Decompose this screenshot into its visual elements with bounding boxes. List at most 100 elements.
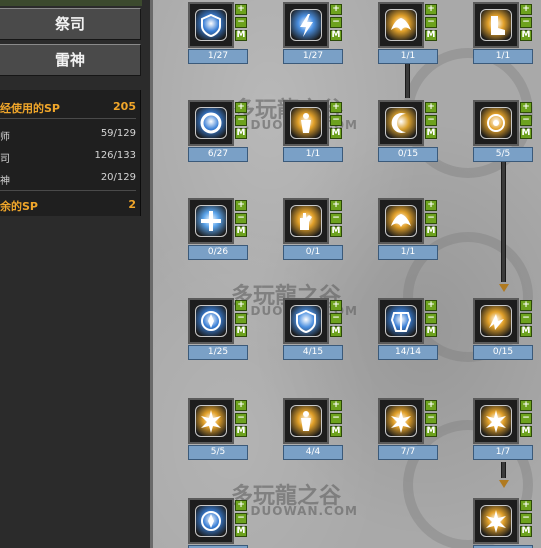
- skill-icon[interactable]: [385, 205, 417, 237]
- skill-icon[interactable]: [385, 9, 417, 41]
- decrease-skill-button[interactable]: −: [520, 513, 532, 524]
- increase-skill-button[interactable]: +: [425, 102, 437, 113]
- skill-icon[interactable]: [290, 205, 322, 237]
- skill-slot[interactable]: + − M 4/4: [283, 398, 345, 466]
- increase-skill-button[interactable]: +: [425, 4, 437, 15]
- increase-skill-button[interactable]: +: [520, 500, 532, 511]
- max-skill-button[interactable]: M: [235, 326, 247, 337]
- max-skill-button[interactable]: M: [520, 526, 532, 537]
- class-tab-saint[interactable]: 雷神: [0, 44, 141, 76]
- max-skill-button[interactable]: M: [425, 426, 437, 437]
- skill-icon[interactable]: [290, 107, 322, 139]
- increase-skill-button[interactable]: +: [235, 300, 247, 311]
- max-skill-button[interactable]: M: [520, 30, 532, 41]
- skill-icon[interactable]: [480, 9, 512, 41]
- max-skill-button[interactable]: M: [520, 326, 532, 337]
- max-skill-button[interactable]: M: [520, 128, 532, 139]
- skill-icon[interactable]: [195, 107, 227, 139]
- decrease-skill-button[interactable]: −: [425, 413, 437, 424]
- skill-slot[interactable]: + − M: [473, 498, 535, 548]
- decrease-skill-button[interactable]: −: [425, 115, 437, 126]
- decrease-skill-button[interactable]: −: [235, 115, 247, 126]
- increase-skill-button[interactable]: +: [330, 4, 342, 15]
- max-skill-button[interactable]: M: [235, 128, 247, 139]
- skill-slot[interactable]: + − M 0/15: [378, 100, 440, 168]
- decrease-skill-button[interactable]: −: [330, 17, 342, 28]
- skill-icon[interactable]: [195, 505, 227, 537]
- skill-slot[interactable]: + − M 1/25: [188, 298, 250, 366]
- skill-icon[interactable]: [195, 205, 227, 237]
- max-skill-button[interactable]: M: [425, 226, 437, 237]
- decrease-skill-button[interactable]: −: [330, 313, 342, 324]
- max-skill-button[interactable]: M: [330, 226, 342, 237]
- skill-slot[interactable]: + − M 6/27: [188, 100, 250, 168]
- decrease-skill-button[interactable]: −: [330, 413, 342, 424]
- skill-slot[interactable]: + − M 1/1: [378, 2, 440, 70]
- increase-skill-button[interactable]: +: [235, 102, 247, 113]
- increase-skill-button[interactable]: +: [520, 300, 532, 311]
- skill-slot[interactable]: + − M 1/1: [473, 2, 535, 70]
- skill-slot[interactable]: + − M 5/5: [188, 398, 250, 466]
- max-skill-button[interactable]: M: [425, 128, 437, 139]
- skill-icon[interactable]: [195, 9, 227, 41]
- decrease-skill-button[interactable]: −: [520, 115, 532, 126]
- decrease-skill-button[interactable]: −: [425, 17, 437, 28]
- skill-icon[interactable]: [195, 405, 227, 437]
- skill-icon[interactable]: [480, 505, 512, 537]
- decrease-skill-button[interactable]: −: [520, 413, 532, 424]
- skill-slot[interactable]: + − M 1/1: [378, 198, 440, 266]
- skill-icon[interactable]: [290, 9, 322, 41]
- decrease-skill-button[interactable]: −: [235, 413, 247, 424]
- decrease-skill-button[interactable]: −: [425, 213, 437, 224]
- skill-icon[interactable]: [480, 405, 512, 437]
- class-tab-priest[interactable]: 祭司: [0, 8, 141, 40]
- increase-skill-button[interactable]: +: [235, 200, 247, 211]
- increase-skill-button[interactable]: +: [235, 400, 247, 411]
- decrease-skill-button[interactable]: −: [520, 313, 532, 324]
- skill-icon[interactable]: [480, 305, 512, 337]
- increase-skill-button[interactable]: +: [235, 500, 247, 511]
- increase-skill-button[interactable]: +: [235, 4, 247, 15]
- increase-skill-button[interactable]: +: [520, 400, 532, 411]
- skill-icon[interactable]: [290, 305, 322, 337]
- max-skill-button[interactable]: M: [425, 326, 437, 337]
- increase-skill-button[interactable]: +: [330, 300, 342, 311]
- skill-slot[interactable]: + − M 7/7: [378, 398, 440, 466]
- skill-slot[interactable]: + − M: [188, 498, 250, 548]
- increase-skill-button[interactable]: +: [425, 400, 437, 411]
- max-skill-button[interactable]: M: [235, 30, 247, 41]
- skill-icon[interactable]: [385, 305, 417, 337]
- max-skill-button[interactable]: M: [330, 326, 342, 337]
- increase-skill-button[interactable]: +: [520, 102, 532, 113]
- decrease-skill-button[interactable]: −: [330, 213, 342, 224]
- skill-icon[interactable]: [290, 405, 322, 437]
- decrease-skill-button[interactable]: −: [330, 115, 342, 126]
- skill-slot[interactable]: + − M 1/1: [283, 100, 345, 168]
- increase-skill-button[interactable]: +: [520, 4, 532, 15]
- max-skill-button[interactable]: M: [235, 426, 247, 437]
- max-skill-button[interactable]: M: [330, 128, 342, 139]
- max-skill-button[interactable]: M: [425, 30, 437, 41]
- max-skill-button[interactable]: M: [235, 526, 247, 537]
- increase-skill-button[interactable]: +: [330, 200, 342, 211]
- increase-skill-button[interactable]: +: [330, 102, 342, 113]
- skill-slot[interactable]: + − M 5/5: [473, 100, 535, 168]
- max-skill-button[interactable]: M: [330, 30, 342, 41]
- skill-icon[interactable]: [195, 305, 227, 337]
- increase-skill-button[interactable]: +: [330, 400, 342, 411]
- skill-icon[interactable]: [385, 405, 417, 437]
- skill-slot[interactable]: + − M 14/14: [378, 298, 440, 366]
- skill-icon[interactable]: [385, 107, 417, 139]
- skill-slot[interactable]: + − M 1/7: [473, 398, 535, 466]
- increase-skill-button[interactable]: +: [425, 300, 437, 311]
- max-skill-button[interactable]: M: [235, 226, 247, 237]
- skill-slot[interactable]: + − M 1/27: [283, 2, 345, 70]
- decrease-skill-button[interactable]: −: [235, 213, 247, 224]
- decrease-skill-button[interactable]: −: [520, 17, 532, 28]
- skill-icon[interactable]: [480, 107, 512, 139]
- decrease-skill-button[interactable]: −: [235, 17, 247, 28]
- decrease-skill-button[interactable]: −: [235, 513, 247, 524]
- skill-slot[interactable]: + − M 0/26: [188, 198, 250, 266]
- max-skill-button[interactable]: M: [330, 426, 342, 437]
- max-skill-button[interactable]: M: [520, 426, 532, 437]
